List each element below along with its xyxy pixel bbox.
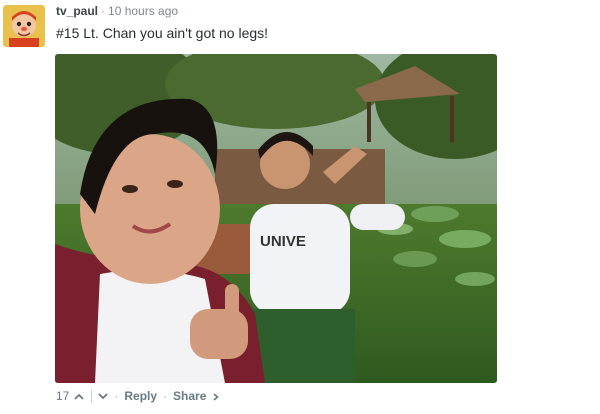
- share-button[interactable]: Share: [173, 389, 219, 403]
- downvote-button[interactable]: [98, 392, 108, 400]
- timestamp[interactable]: 10 hours ago: [108, 4, 178, 18]
- chevron-right-icon: [213, 393, 219, 401]
- comment-body: #15 Lt. Chan you ain't got no legs!: [56, 25, 269, 41]
- comment-image[interactable]: UNIVE: [55, 54, 497, 383]
- svg-text:UNIVE: UNIVE: [260, 233, 306, 250]
- share-label: Share: [173, 389, 207, 403]
- selfie-photo: UNIVE: [55, 54, 497, 383]
- author-name[interactable]: tv_paul: [56, 4, 98, 18]
- reply-button[interactable]: Reply: [124, 389, 157, 403]
- avatar[interactable]: [3, 5, 45, 47]
- upvote-button[interactable]: 17: [56, 389, 84, 403]
- vote-divider: [91, 389, 93, 403]
- chevron-up-icon: [74, 393, 84, 400]
- upvote-count: 17: [56, 389, 70, 403]
- comment-footer: 17 · Reply · Share: [56, 389, 219, 403]
- chevron-down-icon: [98, 392, 108, 399]
- avatar-image: [3, 5, 45, 47]
- comment-meta: tv_paul · 10 hours ago: [56, 4, 178, 19]
- footer-dot: ·: [163, 389, 168, 403]
- footer-dot: ·: [114, 389, 119, 403]
- meta-separator: ·: [101, 4, 106, 18]
